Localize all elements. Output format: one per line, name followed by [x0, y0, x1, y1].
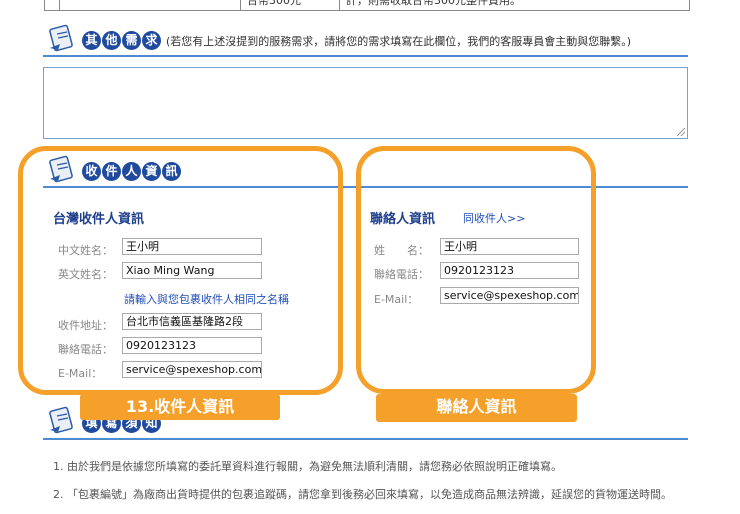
notice-item-2: 2. 「包裹編號」為廠商出貨時提供的包裹追蹤碼，請您拿到後務必回來填寫，以免造成…	[53, 488, 672, 501]
title-char: 其	[82, 31, 101, 50]
table-cell: 訐，則需收取台幣300元整件費用。	[346, 0, 521, 7]
contact-highlight-box	[356, 146, 596, 394]
section-divider	[43, 438, 688, 440]
recipient-highlight-box	[18, 146, 343, 395]
resize-grip-icon[interactable]	[677, 128, 685, 136]
other-needs-icon	[46, 24, 76, 56]
other-needs-textarea[interactable]	[43, 67, 688, 139]
table-divider	[59, 0, 60, 10]
section-divider	[43, 55, 688, 57]
title-char: 他	[102, 31, 121, 50]
service-table-bottom: 台幣300元 訐，則需收取台幣300元整件費用。	[44, 0, 690, 11]
recipient-annotation-tag: 13.收件人資訊	[80, 394, 280, 420]
contact-annotation-tag: 聯絡人資訊	[376, 394, 577, 422]
title-char: 求	[142, 31, 161, 50]
table-divider	[240, 0, 241, 10]
notice-item-1: 1. 由於我們是依據您所填寫的委託單資料進行報關，為避免無法順利清關，請您務必依…	[53, 460, 562, 473]
table-cell: 台幣300元	[247, 0, 301, 7]
other-needs-note: (若您有上述沒提到的服務需求，請將您的需求填寫在此欄位，我們的客服專員會主動與您…	[166, 35, 632, 48]
other-needs-title: 其他需求	[82, 29, 162, 50]
table-divider	[339, 0, 340, 10]
notice-section-icon	[46, 406, 76, 438]
title-char: 需	[122, 31, 141, 50]
